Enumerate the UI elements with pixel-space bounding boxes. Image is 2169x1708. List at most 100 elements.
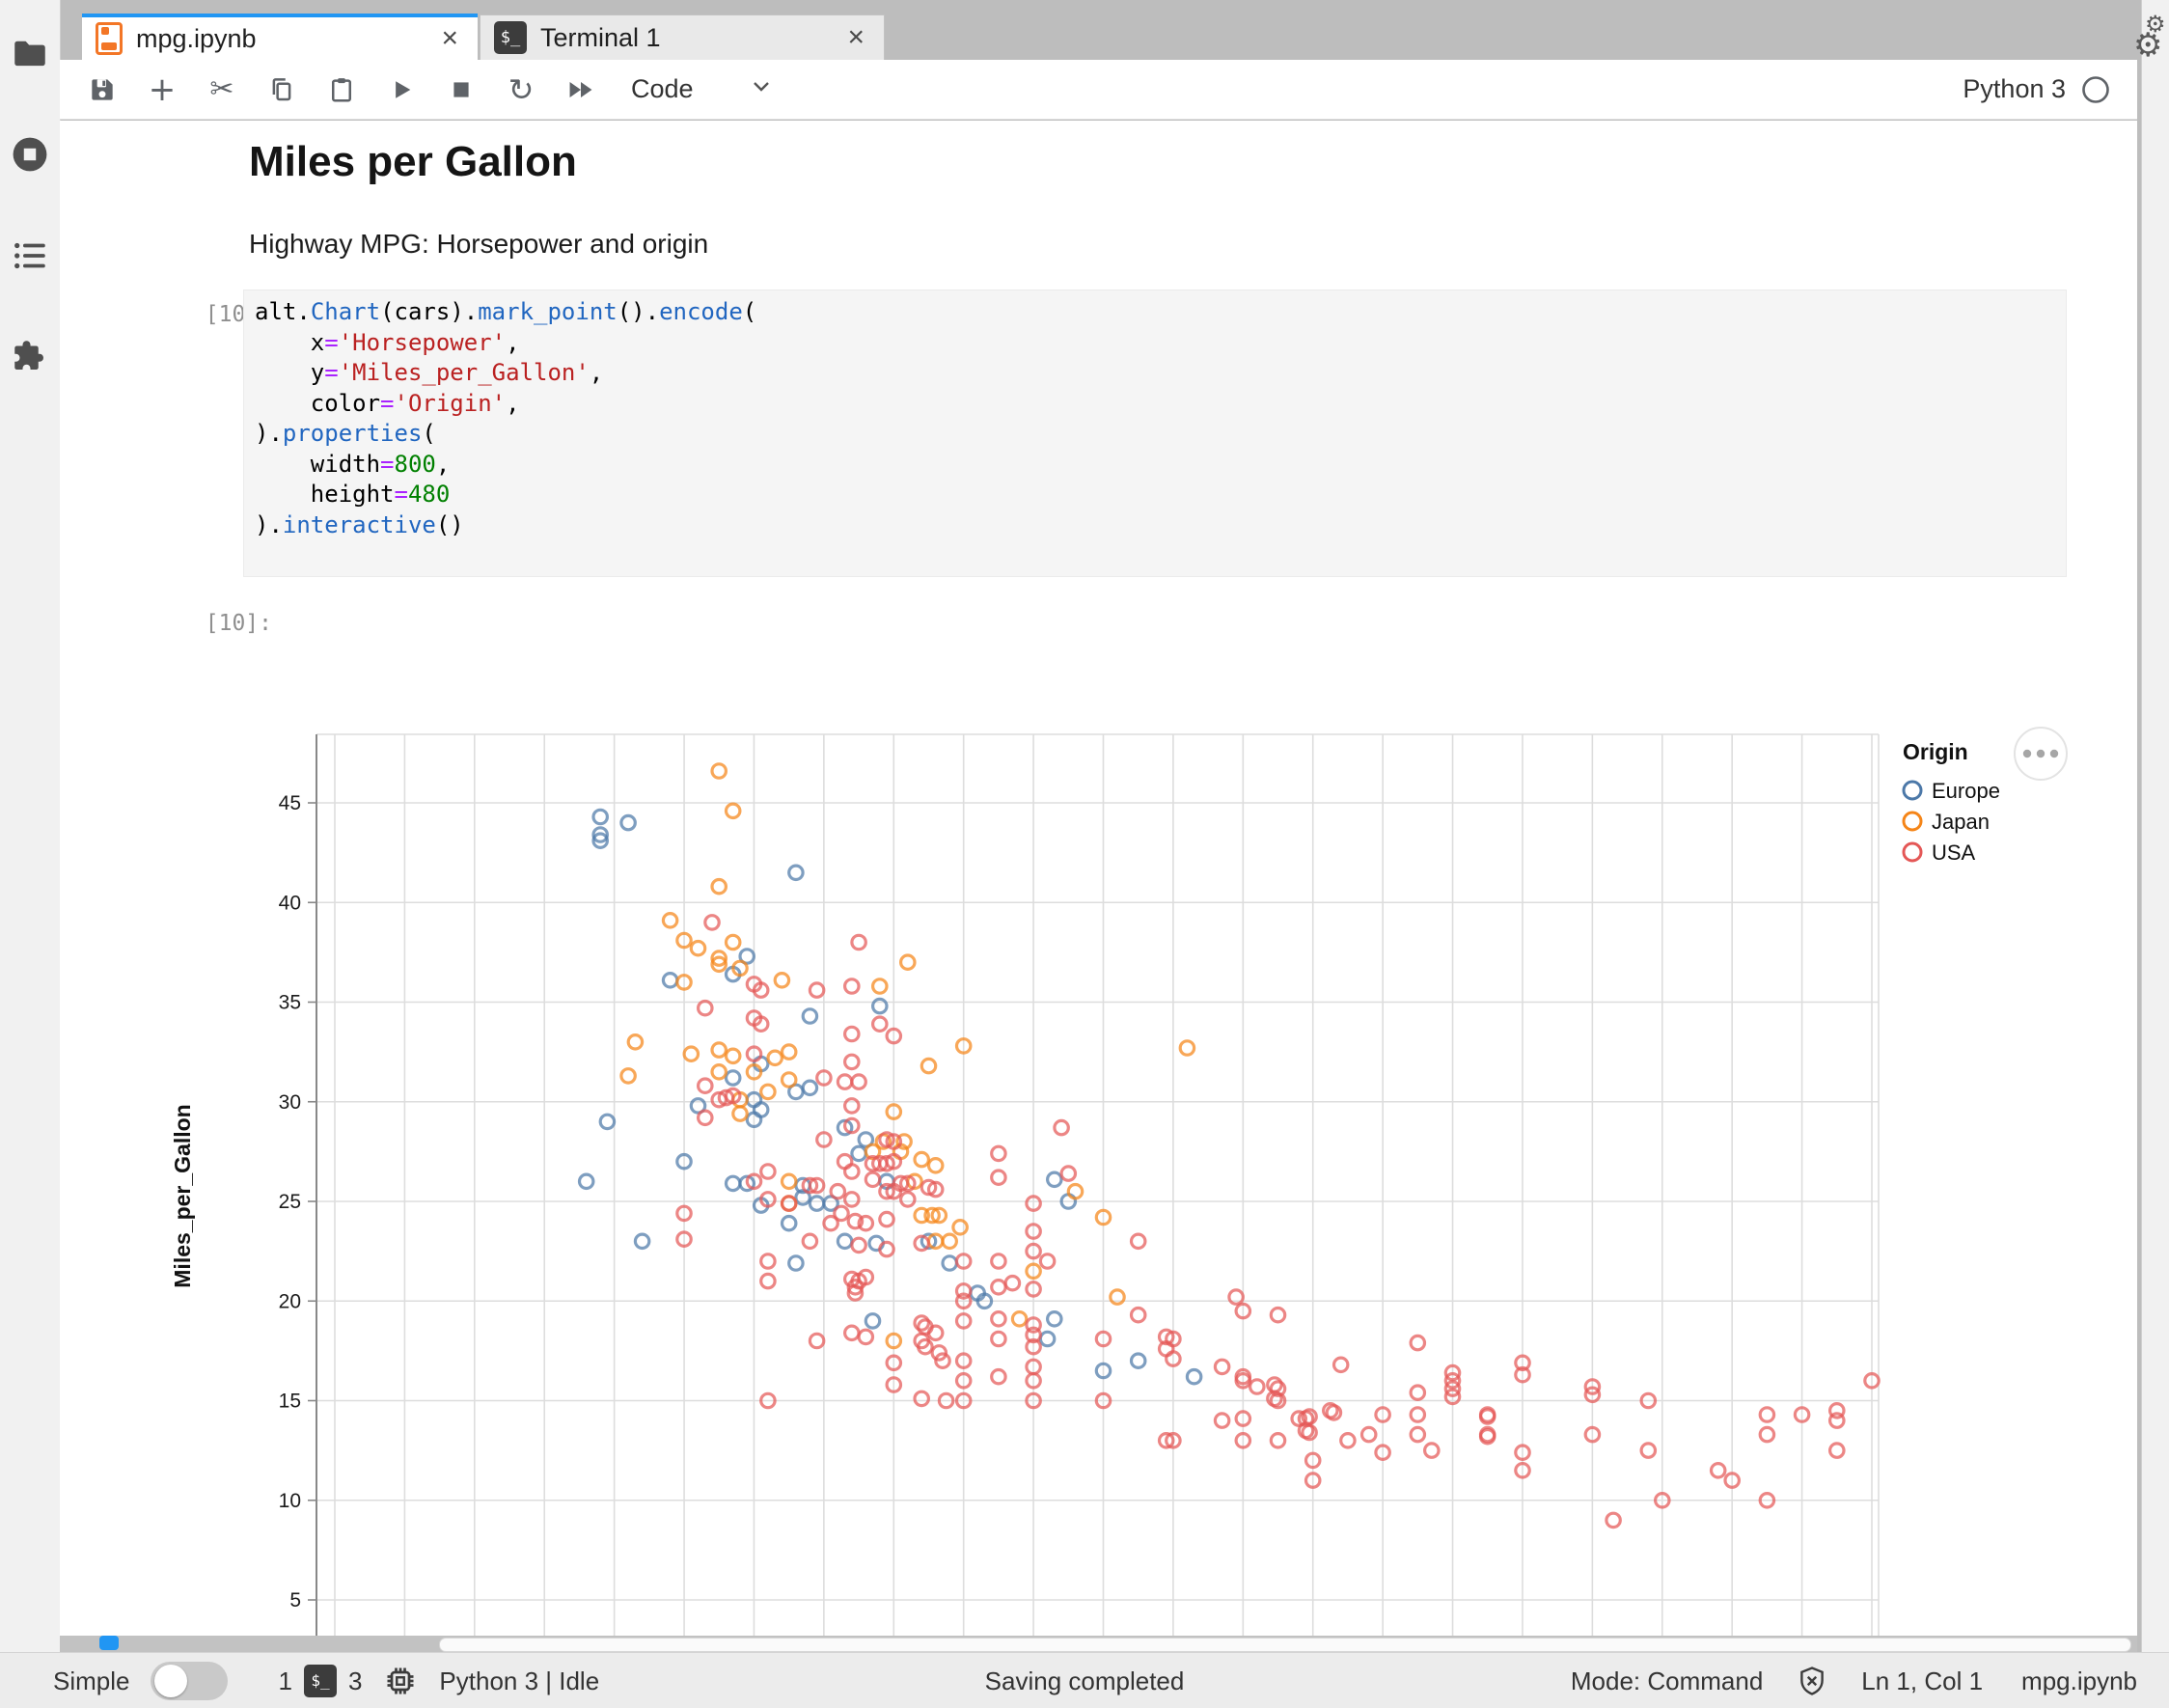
data-point-japan[interactable] [691,942,704,955]
data-point-europe[interactable] [810,1197,823,1210]
sidebar-running-kernels-icon[interactable] [0,133,60,180]
data-point-japan[interactable] [621,1069,635,1083]
data-point-usa[interactable] [837,1075,851,1088]
data-point-usa[interactable] [1055,1120,1068,1134]
data-point-europe[interactable] [943,1256,956,1270]
data-point-usa[interactable] [831,1185,844,1198]
legend-label[interactable]: Japan [1932,810,1990,834]
data-point-usa[interactable] [699,1079,712,1092]
cut-cells-button[interactable]: ✂ [205,70,239,109]
tab-notebook[interactable]: mpg.ipynb × [82,14,478,60]
data-point-usa[interactable] [761,1254,775,1268]
data-point-europe[interactable] [1040,1332,1054,1345]
code-editor[interactable]: alt.Chart(cars).mark_point().encode( x='… [255,297,756,540]
data-point-usa[interactable] [845,1193,859,1206]
data-point-usa[interactable] [699,1111,712,1124]
data-point-usa[interactable] [761,1274,775,1287]
legend-symbol-europe[interactable] [1904,782,1921,799]
data-point-usa[interactable] [1760,1427,1773,1441]
data-point-usa[interactable] [699,1002,712,1015]
data-point-usa[interactable] [915,1391,928,1405]
data-point-europe[interactable] [1187,1370,1200,1384]
legend-label[interactable]: USA [1932,840,1976,865]
data-point-usa[interactable] [1250,1380,1264,1393]
data-point-japan[interactable] [782,1073,796,1087]
data-point-usa[interactable] [845,979,859,993]
close-icon[interactable]: × [435,22,464,55]
data-point-usa[interactable] [1271,1309,1284,1322]
data-point-usa[interactable] [992,1312,1005,1326]
data-point-japan[interactable] [712,1043,726,1057]
data-point-europe[interactable] [1132,1354,1145,1367]
save-button[interactable] [85,70,120,109]
data-point-japan[interactable] [1180,1041,1194,1055]
data-point-usa[interactable] [845,1326,859,1339]
data-point-usa[interactable] [992,1254,1005,1268]
data-point-usa[interactable] [761,1165,775,1178]
data-point-japan[interactable] [727,935,740,949]
data-point-usa[interactable] [1215,1360,1228,1373]
data-point-usa[interactable] [1341,1434,1355,1447]
data-point-usa[interactable] [803,1234,816,1248]
data-point-usa[interactable] [1411,1336,1424,1349]
data-point-usa[interactable] [1040,1254,1054,1268]
tab-terminal[interactable]: $_ Terminal 1 × [480,14,885,60]
data-point-usa[interactable] [1061,1167,1075,1180]
data-point-europe[interactable] [789,1256,803,1270]
kernel-indicator[interactable]: Python 3 [1963,73,2112,106]
data-point-usa[interactable] [782,1197,796,1210]
data-point-europe[interactable] [873,999,887,1012]
data-point-usa[interactable] [1606,1513,1620,1527]
copy-cells-button[interactable] [264,70,299,109]
data-point-japan[interactable] [1068,1185,1082,1198]
data-point-usa[interactable] [880,1212,893,1226]
legend-label[interactable]: Europe [1932,779,2000,803]
data-point-usa[interactable] [865,1172,879,1186]
data-point-japan[interactable] [953,1221,967,1234]
data-point-japan[interactable] [775,974,788,987]
add-cell-button[interactable]: + [145,70,179,109]
data-point-usa[interactable] [992,1171,1005,1184]
data-point-europe[interactable] [1048,1312,1061,1326]
data-point-japan[interactable] [782,1045,796,1059]
data-point-usa[interactable] [845,1055,859,1068]
command-mode-indicator[interactable]: Mode: Command [1571,1667,1763,1696]
data-point-usa[interactable] [1271,1434,1284,1447]
sidebar-table-of-contents-icon[interactable] [0,235,60,281]
sidebar-extensions-icon[interactable] [0,336,60,381]
data-point-japan[interactable] [929,1159,943,1172]
data-point-usa[interactable] [1215,1414,1228,1427]
data-point-usa[interactable] [992,1281,1005,1294]
data-point-usa[interactable] [824,1217,837,1230]
data-point-usa[interactable] [992,1332,1005,1345]
legend-symbol-usa[interactable] [1904,843,1921,861]
data-point-usa[interactable] [1760,1408,1773,1421]
data-point-europe[interactable] [865,1314,879,1328]
cell-type-dropdown[interactable]: Code [631,74,773,104]
data-point-japan[interactable] [733,1107,747,1120]
data-point-japan[interactable] [712,880,726,894]
data-point-europe[interactable] [803,1009,816,1023]
data-point-japan[interactable] [684,1047,698,1061]
data-point-usa[interactable] [1411,1427,1424,1441]
data-point-usa[interactable] [1411,1386,1424,1399]
data-point-usa[interactable] [845,1165,859,1178]
horizontal-scrollbar[interactable] [439,1638,2131,1652]
data-point-europe[interactable] [621,815,635,829]
data-point-japan[interactable] [782,1174,796,1188]
data-point-europe[interactable] [727,1071,740,1085]
data-point-usa[interactable] [810,983,823,997]
data-point-usa[interactable] [992,1370,1005,1384]
data-point-usa[interactable] [859,1330,872,1343]
stop-kernel-button[interactable] [444,70,479,109]
data-point-europe[interactable] [635,1234,648,1248]
data-point-usa[interactable] [852,1238,865,1252]
data-point-japan[interactable] [712,1065,726,1079]
data-point-japan[interactable] [943,1234,956,1248]
data-point-usa[interactable] [705,916,719,929]
data-point-usa[interactable] [852,1075,865,1088]
data-point-europe[interactable] [789,866,803,879]
data-point-usa[interactable] [845,1099,859,1113]
data-point-usa[interactable] [1132,1234,1145,1248]
scatter-chart[interactable]: 1020304050607080901001101201301401501601… [60,574,2137,1636]
